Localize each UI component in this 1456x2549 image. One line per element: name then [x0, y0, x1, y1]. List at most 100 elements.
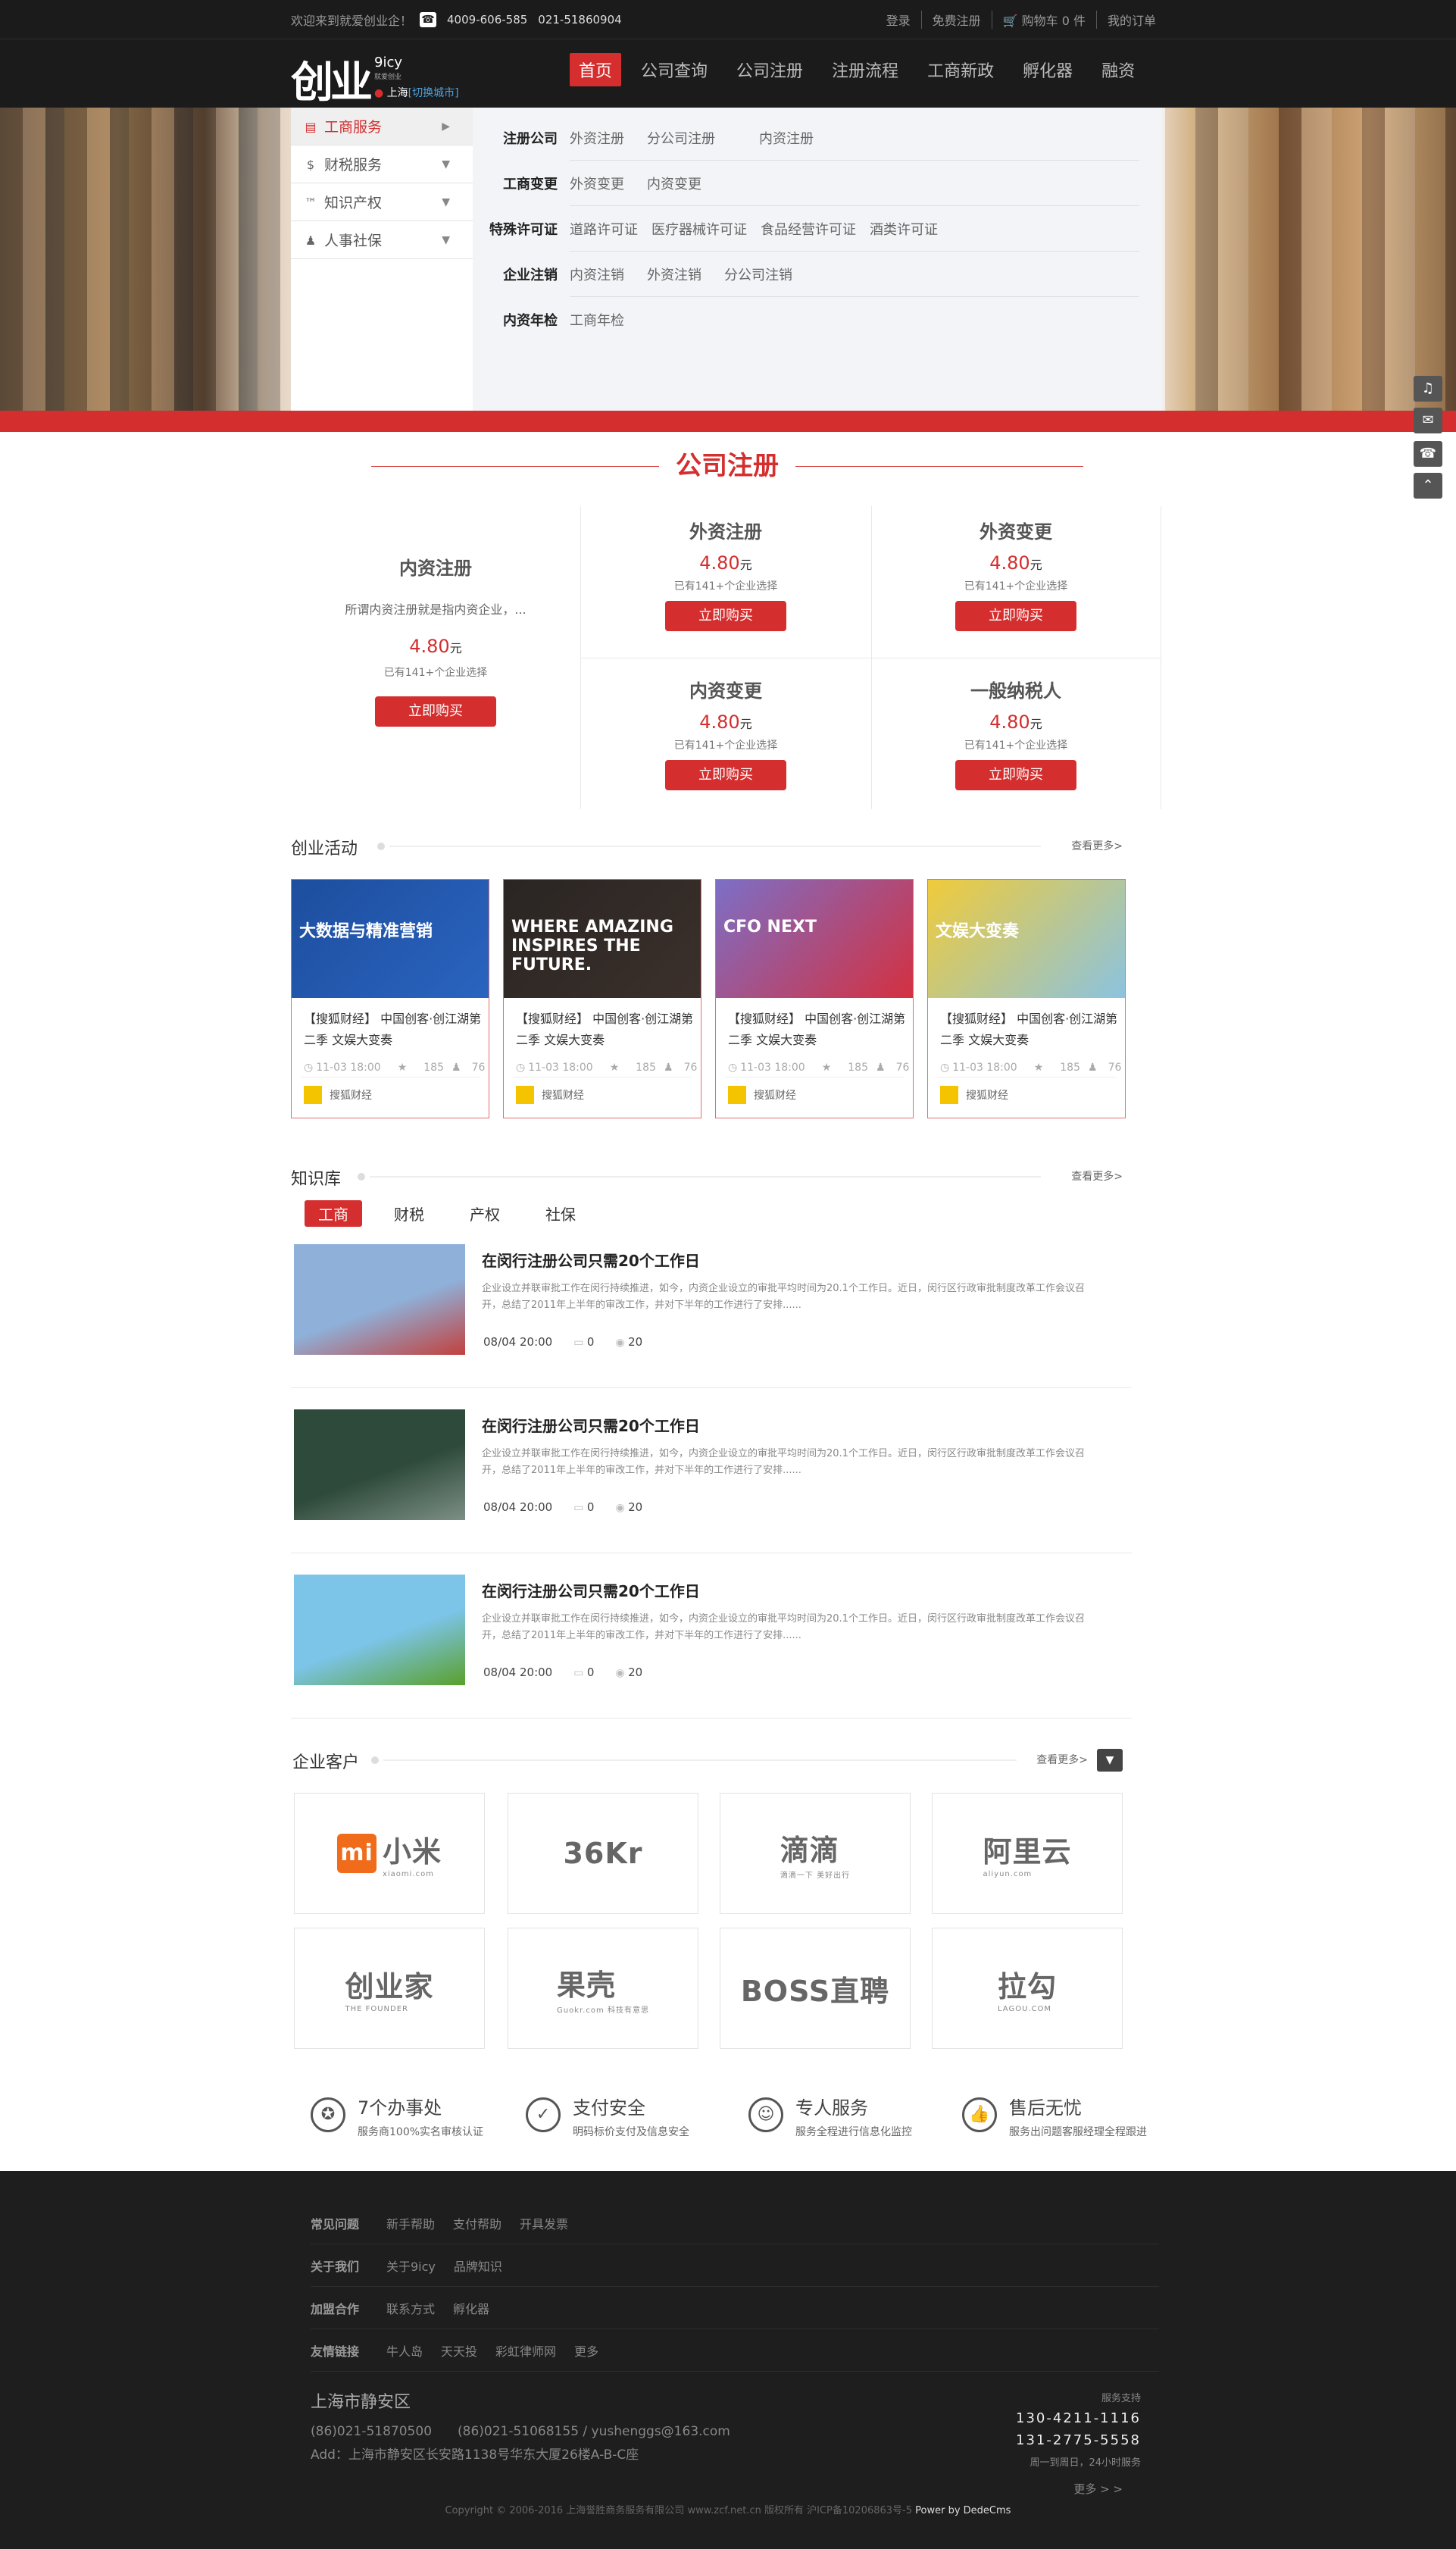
site-logo[interactable]: 创业 9icy 就爱创业 ● 上海[切换城市]	[291, 47, 465, 108]
nav-home[interactable]: 首页	[570, 53, 622, 86]
client-logo[interactable]: 拉勾 LAGOU.COM	[932, 1928, 1123, 2049]
category-tax-service[interactable]: $ 财税服务 ▼	[291, 145, 473, 183]
powered-by[interactable]: Power by DedeCms	[915, 2505, 1011, 2516]
article-thumbnail[interactable]	[294, 1244, 465, 1355]
footer-link[interactable]: 更多	[574, 2341, 598, 2360]
buy-now-button[interactable]: 立即购买	[955, 601, 1076, 631]
login-link[interactable]: 登录	[876, 11, 921, 29]
nav-company-register[interactable]: 公司注册	[727, 53, 812, 86]
buy-now-button[interactable]: 立即购买	[665, 601, 786, 631]
submenu-link[interactable]: 外资注册	[570, 128, 624, 148]
client-logo[interactable]: BOSS直聘	[720, 1928, 911, 2049]
tab-ip[interactable]: 产权	[456, 1200, 514, 1227]
footer-link[interactable]: 联系方式	[386, 2299, 435, 2317]
client-logo[interactable]: 滴滴 滴滴一下 美好出行	[720, 1793, 911, 1914]
activity-people: 76	[1108, 1062, 1122, 1074]
activity-card[interactable]: WHERE AMAZING INSPIRES THE FUTURE. 【搜狐财经】…	[503, 879, 701, 1118]
category-hr[interactable]: ♟ 人事社保 ▼	[291, 221, 473, 259]
activity-title[interactable]: 【搜狐财经】 中国创客·创江湖第二季 文娱大变奏	[304, 1009, 483, 1051]
article-row[interactable]: 在闵行注册公司只需20个工作日 企业设立并联审批工作在闵行持续推进，如今，内资企业…	[291, 1402, 1132, 1553]
submenu-link[interactable]: 内资注销	[570, 264, 624, 284]
nav-register-process[interactable]: 注册流程	[823, 53, 908, 86]
client-name: 拉勾	[997, 1970, 1057, 2003]
tab-social[interactable]: 社保	[532, 1200, 589, 1227]
activity-card[interactable]: CFO NEXT 【搜狐财经】 中国创客·创江湖第二季 文娱大变奏 ◷ 11-03 1…	[715, 879, 914, 1118]
activity-source[interactable]: 搜狐财经	[940, 1086, 1008, 1104]
top-bar-left: 欢迎来到就爱创业企！ ☎ 4009-606-585 021-51860904	[291, 11, 622, 29]
activity-image[interactable]: CFO NEXT	[716, 880, 913, 998]
article-thumbnail[interactable]	[294, 1575, 465, 1685]
product-price: 4.80元	[871, 712, 1161, 733]
footer-link[interactable]: 开具发票	[520, 2214, 568, 2232]
footer-more-link[interactable]: 更多 > >	[1073, 2481, 1123, 2497]
activity-image[interactable]: 大数据与精准营销	[292, 880, 489, 998]
register-link[interactable]: 免费注册	[920, 11, 992, 29]
article-title[interactable]: 在闵行注册公司只需20个工作日	[482, 1579, 700, 1601]
knowledge-more-link[interactable]: 查看更多>	[1071, 1168, 1123, 1184]
wechat-icon[interactable]: ✉	[1414, 408, 1442, 433]
switch-city-link[interactable]: [切换城市]	[408, 87, 459, 99]
nav-financing[interactable]: 融资	[1092, 53, 1144, 86]
activity-title[interactable]: 【搜狐财经】 中国创客·创江湖第二季 文娱大变奏	[940, 1009, 1119, 1051]
category-business-service[interactable]: ▤ 工商服务 ▶	[291, 108, 473, 145]
clients-more-link[interactable]: 查看更多>	[1036, 1752, 1088, 1767]
client-logo[interactable]: 36Kr	[508, 1793, 698, 1914]
footer-link[interactable]: 牛人岛	[386, 2341, 423, 2360]
submenu-link[interactable]: 内资注册	[759, 128, 814, 148]
submenu-link[interactable]: 道路许可证	[570, 219, 638, 239]
nav-new-policy[interactable]: 工商新政	[918, 53, 1003, 86]
product-name: 内资注册	[399, 558, 472, 579]
article-title[interactable]: 在闵行注册公司只需20个工作日	[482, 1249, 700, 1271]
client-logo[interactable]: 创业家 THE FOUNDER	[294, 1928, 485, 2049]
submenu-link[interactable]: 医疗器械许可证	[651, 219, 747, 239]
activity-card[interactable]: 文娱大变奏 【搜狐财经】 中国创客·创江湖第二季 文娱大变奏 ◷ 11-03 18:0…	[927, 879, 1126, 1118]
back-to-top-icon[interactable]: ⌃	[1414, 473, 1442, 499]
footer-link[interactable]: 天天投	[441, 2341, 477, 2360]
submenu-link[interactable]: 食品经营许可证	[761, 219, 856, 239]
my-orders-link[interactable]: 我的订单	[1095, 11, 1167, 29]
activities-more-link[interactable]: 查看更多>	[1071, 838, 1123, 853]
activity-image[interactable]: WHERE AMAZING INSPIRES THE FUTURE.	[504, 880, 701, 998]
activity-source[interactable]: 搜狐财经	[304, 1086, 372, 1104]
footer-link[interactable]: 品牌知识	[454, 2257, 502, 2275]
submenu-link[interactable]: 分公司注册	[647, 128, 715, 148]
buy-now-button[interactable]: 立即购买	[375, 696, 496, 727]
activity-source[interactable]: 搜狐财经	[516, 1086, 584, 1104]
buy-now-button[interactable]: 立即购买	[955, 760, 1076, 790]
product-name: 内资变更	[689, 680, 762, 702]
activity-card[interactable]: 大数据与精准营销 【搜狐财经】 中国创客·创江湖第二季 文娱大变奏 ◷ 11-03 1…	[291, 879, 489, 1118]
client-logo[interactable]: 果壳 Guokr.com 科技有意思	[508, 1928, 698, 2049]
phone-icon[interactable]: ☎	[1414, 441, 1442, 467]
client-logo[interactable]: mi 小米 xiaomi.com	[294, 1793, 485, 1914]
footer-link[interactable]: 孵化器	[453, 2299, 489, 2317]
tab-business[interactable]: 工商	[305, 1200, 362, 1227]
footer-link[interactable]: 彩虹律师网	[495, 2341, 556, 2360]
submenu-link[interactable]: 分公司注销	[724, 264, 792, 284]
article-thumbnail[interactable]	[294, 1409, 465, 1520]
footer-link[interactable]: 关于9icy	[386, 2257, 436, 2275]
footer-link[interactable]: 新手帮助	[386, 2214, 435, 2232]
submenu-link[interactable]: 外资变更	[570, 174, 624, 193]
activity-image[interactable]: 文娱大变奏	[928, 880, 1125, 998]
article-row[interactable]: 在闵行注册公司只需20个工作日 企业设立并联审批工作在闵行持续推进，如今，内资企业…	[291, 1567, 1132, 1719]
city-switcher[interactable]: ● 上海[切换城市]	[374, 85, 459, 100]
submenu-link[interactable]: 外资注销	[647, 264, 701, 284]
nav-company-query[interactable]: 公司查询	[632, 53, 717, 86]
activity-title[interactable]: 【搜狐财经】 中国创客·创江湖第二季 文娱大变奏	[516, 1009, 695, 1051]
client-logo[interactable]: 阿里云 aliyun.com	[932, 1793, 1123, 1914]
nav-incubator[interactable]: 孵化器	[1014, 53, 1082, 86]
cart-link[interactable]: 🛒 购物车 0 件	[991, 11, 1096, 29]
submenu-link[interactable]: 内资变更	[647, 174, 701, 193]
submenu-link[interactable]: 工商年检	[570, 310, 624, 330]
article-title[interactable]: 在闵行注册公司只需20个工作日	[482, 1414, 700, 1436]
activity-title[interactable]: 【搜狐财经】 中国创客·创江湖第二季 文娱大变奏	[728, 1009, 907, 1051]
activity-source[interactable]: 搜狐财经	[728, 1086, 796, 1104]
footer-link[interactable]: 支付帮助	[453, 2214, 501, 2232]
buy-now-button[interactable]: 立即购买	[665, 760, 786, 790]
article-row[interactable]: 在闵行注册公司只需20个工作日 企业设立并联审批工作在闵行持续推进，如今，内资企业…	[291, 1237, 1132, 1388]
submenu-link[interactable]: 酒类许可证	[870, 219, 938, 239]
qq-icon[interactable]: ♫	[1414, 376, 1442, 402]
tab-tax[interactable]: 财税	[380, 1200, 438, 1227]
chevron-down-icon[interactable]: ▼	[1097, 1749, 1123, 1772]
category-ip[interactable]: ™ 知识产权 ▼	[291, 183, 473, 221]
